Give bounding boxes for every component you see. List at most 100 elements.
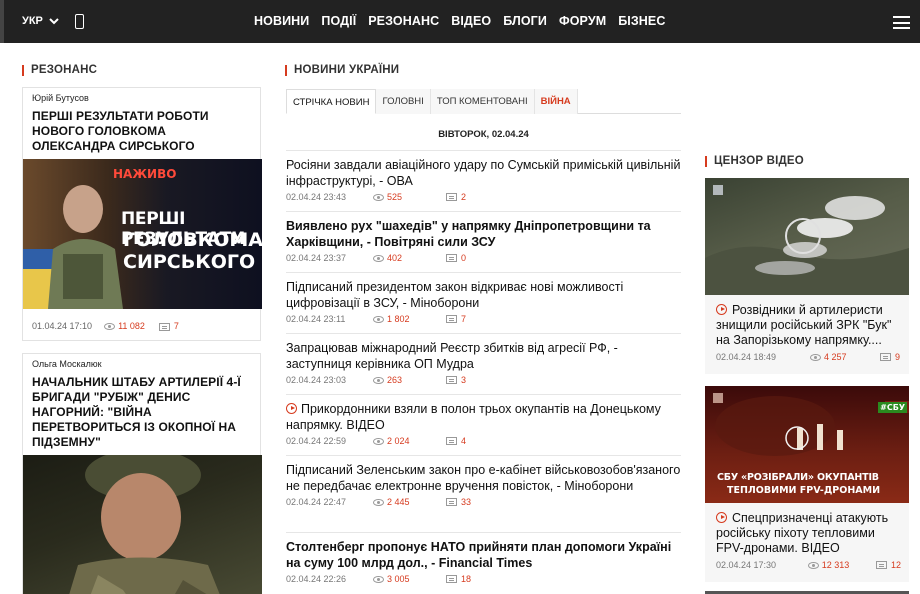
news-comments: 18 [461,574,472,584]
mobile-icon[interactable] [75,14,84,29]
news-item[interactable]: Підписаний Зеленським закон про е-кабіне… [286,455,681,532]
news-title[interactable]: Столтенберг пропонує НАТО прийняти план … [286,533,681,571]
video-play-icon [716,512,727,523]
news-item[interactable]: Запрацював міжнародний Реєстр збитків ві… [286,333,681,394]
card-meta: 01.04.24 17:10 11 082 7 [23,309,260,343]
nav-resonance[interactable]: РЕЗОНАНС [368,14,439,28]
image-text-line-2: ТЕПЛОВИМИ FPV-ДРОНАМИ [727,485,881,496]
news-comments: 7 [461,314,467,324]
video-play-icon [286,403,297,414]
soldier-portrait [69,455,220,594]
news-time: 02.04.24 23:03 [286,375,347,385]
news-time: 02.04.24 23:43 [286,192,347,202]
language-selector[interactable]: УКР [22,15,59,27]
eye-icon [810,353,821,361]
video-comments: 12 [890,560,901,570]
video-title[interactable]: Спецпризначенці атакують російську піхот… [716,511,888,555]
comment-icon [446,575,457,583]
comment-icon [875,561,887,569]
video-time: 02.04.24 17:30 [716,560,777,570]
ukraine-news-heading[interactable]: НОВИНИ УКРАЇНИ [285,64,399,76]
card-title[interactable]: НАЧАЛЬНИК ШТАБУ АРТИЛЕРІЇ 4-Ї БРИГАДИ "Р… [23,369,260,450]
resonance-card[interactable]: Юрій Бутусов ПЕРШІ РЕЗУЛЬТАТИ РОБОТИ НОВ… [22,87,262,343]
nav-video[interactable]: ВІДЕО [451,14,491,28]
news-tabs: СТРІЧКА НОВИН ГОЛОВНІ ТОП КОМЕНТОВАНІ ВІ… [286,89,681,114]
tab-top-commented[interactable]: ТОП КОМЕНТОВАНІ [430,89,535,114]
card-image[interactable]: НАЖИВО ПЕРШІ РЕЗУЛЬТАТИ ГОЛОВКОМА СИРСЬК… [23,159,262,309]
nav-blogs[interactable]: БЛОГИ [503,14,547,28]
video-card[interactable]: Розвідники й артилеристи знищили російсь… [705,178,909,374]
tab-news-feed[interactable]: СТРІЧКА НОВИН [286,89,377,114]
comment-icon [158,322,170,331]
news-item[interactable]: Підписаний президентом закон відкриває н… [286,272,681,333]
news-time: 02.04.24 22:47 [286,497,347,507]
video-comments: 9 [895,352,901,362]
news-views: 3 005 [387,574,410,584]
news-title[interactable]: Запрацював міжнародний Реєстр збитків ві… [286,334,681,372]
eye-icon [104,323,116,331]
news-title[interactable]: Підписаний Зеленським закон про е-кабіне… [286,456,681,494]
news-item[interactable]: Росіяни завдали авіаційного удару по Сум… [286,150,681,211]
card-image[interactable] [23,455,262,594]
card-comments: 7 [173,321,179,331]
comment-icon [446,498,457,506]
image-text-line-1: СБУ «РОЗІБРАЛИ» ОКУПАНТІВ [717,472,879,483]
comment-icon [446,376,457,384]
tab-main[interactable]: ГОЛОВНІ [376,89,431,114]
eye-icon [373,254,384,262]
news-title[interactable]: Росіяни завдали авіаційного удару по Сум… [286,151,681,189]
video-play-icon [716,304,727,315]
news-title[interactable]: Підписаний президентом закон відкриває н… [286,273,681,311]
news-time: 02.04.24 22:26 [286,574,347,584]
news-comments: 2 [461,192,467,202]
video-views: 4 257 [824,352,847,362]
news-comments: 0 [461,253,467,263]
card-title[interactable]: ПЕРШІ РЕЗУЛЬТАТИ РОБОТИ НОВОГО ГОЛОВКОМА… [23,103,260,154]
comment-icon [446,315,457,323]
news-item[interactable]: Виявлено рух "шахедів" у напрямку Дніпро… [286,211,681,272]
news-time: 02.04.24 23:11 [286,314,346,324]
card-views: 11 082 [118,321,145,331]
video-thumbnail[interactable]: #СБУ СБУ «РОЗІБРАЛИ» ОКУПАНТІВ ТЕПЛОВИМИ… [705,386,909,503]
top-bar-edge [0,0,4,43]
news-time: 02.04.24 23:37 [286,253,347,263]
news-title[interactable]: Прикордонники взяли в полон трьох окупан… [286,402,661,432]
card-author[interactable]: Юрій Бутусов [23,88,260,103]
nav-events[interactable]: ПОДІЇ [321,14,356,28]
nav-business[interactable]: БІЗНЕС [618,14,665,28]
video-time: 02.04.24 18:49 [716,352,777,362]
news-views: 402 [387,253,403,263]
news-title[interactable]: Виявлено рух "шахедів" у напрямку Дніпро… [286,212,681,250]
video-thumbnail[interactable] [705,178,909,295]
nav-news[interactable]: НОВИНИ [254,14,309,28]
news-comments: 33 [461,497,472,507]
card-date: 01.04.24 17:10 [32,321,93,331]
resonance-card[interactable]: Ольга Москалюк НАЧАЛЬНИК ШТАБУ АРТИЛЕРІЇ… [22,353,262,594]
news-comments: 4 [461,436,467,446]
eye-icon [373,575,384,583]
news-comments: 3 [461,375,467,385]
tab-war[interactable]: ВІЙНА [534,89,578,114]
video-card[interactable]: #СБУ СБУ «РОЗІБРАЛИ» ОКУПАНТІВ ТЕПЛОВИМИ… [705,386,909,582]
news-views: 263 [387,375,403,385]
censor-video-heading[interactable]: ЦЕНЗОР ВІДЕО [705,155,804,167]
card-author[interactable]: Ольга Москалюк [23,354,260,369]
menu-icon[interactable] [893,16,910,29]
news-views: 2 445 [387,497,410,507]
eye-icon [807,561,819,569]
eye-icon [373,315,384,323]
chevron-down-icon [49,17,59,24]
main-nav: НОВИНИ ПОДІЇ РЕЗОНАНС ВІДЕО БЛОГИ ФОРУМ … [254,14,678,28]
resonance-heading[interactable]: РЕЗОНАНС [22,64,97,76]
news-item[interactable]: Прикордонники взяли в полон трьох окупан… [286,394,681,455]
nav-forum[interactable]: ФОРУМ [559,14,606,28]
image-text-line-3: СИРСЬКОГО [123,251,256,273]
video-views: 12 313 [821,560,850,570]
live-badge: НАЖИВО [113,167,177,181]
sbu-badge: #СБУ [878,402,907,413]
eye-icon [373,498,384,506]
video-title[interactable]: Розвідники й артилеристи знищили російсь… [716,303,891,347]
news-item[interactable]: Столтенберг пропонує НАТО прийняти план … [286,532,681,594]
eye-icon [373,376,384,384]
comment-icon [446,437,457,445]
